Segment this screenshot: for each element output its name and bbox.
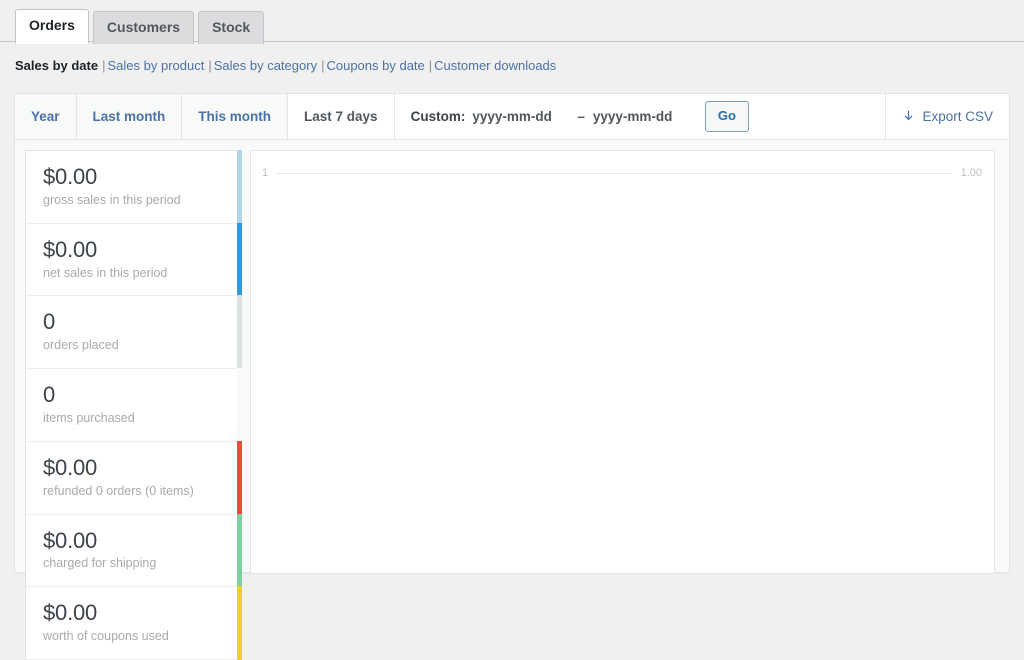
- legend-value: $0.00: [43, 600, 98, 626]
- legend-item-shipping[interactable]: $0.00 charged for shipping: [26, 513, 242, 588]
- subnav-item-coupons-by-date: | Coupons by date: [317, 58, 425, 73]
- subnav-item-customer-downloads: | Customer downloads: [425, 58, 557, 73]
- go-button[interactable]: Go: [704, 100, 749, 133]
- period-selector: Year Last month This month Last 7 days: [15, 94, 395, 139]
- subnav-separator: |: [208, 58, 212, 73]
- legend-value: $0.00: [43, 164, 98, 189]
- export-csv-button[interactable]: Export CSV: [902, 109, 993, 124]
- legend-value: $0.00: [43, 236, 98, 262]
- subnav-item-sales-by-product: | Sales by product: [98, 58, 204, 73]
- subnav-link-sales-by-category[interactable]: Sales by category: [214, 58, 317, 73]
- chart-legend-list: $0.00 gross sales in this period $0.00 n…: [25, 150, 242, 660]
- tab-customers[interactable]: Customers: [92, 11, 195, 44]
- report-type-tabs: Orders Customers Stock: [0, 0, 1024, 44]
- legend-color-bar: [237, 586, 242, 660]
- legend-color-bar: [237, 368, 242, 442]
- legend-color-bar: [237, 295, 242, 370]
- custom-range-label: Custom:: [410, 109, 466, 124]
- custom-range-form: Custom: – Go: [395, 94, 886, 139]
- subnav-separator: |: [428, 58, 433, 73]
- legend-value: $0.00: [43, 454, 98, 480]
- end-date-input[interactable]: [592, 109, 690, 124]
- subnav-link-coupons-by-date[interactable]: Coupons by date: [326, 58, 424, 73]
- legend-label: worth of coupons used: [43, 629, 169, 644]
- legend-label: orders placed: [43, 338, 119, 353]
- legend-label: items purchased: [43, 411, 135, 426]
- legend-value: 0: [43, 309, 56, 335]
- legend-item-gross-sales[interactable]: $0.00 gross sales in this period: [26, 150, 242, 224]
- legend-color-bar: [237, 513, 242, 588]
- period-last-month[interactable]: Last month: [76, 94, 183, 139]
- tab-stock[interactable]: Stock: [198, 11, 265, 44]
- subnav-item-sales-by-date: Sales by date: [15, 58, 98, 73]
- chart-panel-wrap: 1 1.00: [242, 140, 1009, 574]
- legend-label: refunded 0 orders (0 items): [43, 483, 194, 498]
- reports-container: Year Last month This month Last 7 days C…: [14, 93, 1010, 660]
- legend-item-refunded[interactable]: $0.00 refunded 0 orders (0 items): [26, 440, 242, 515]
- export-area: Export CSV: [885, 94, 1009, 139]
- chart-gridline: [277, 173, 952, 174]
- legend-label: gross sales in this period: [43, 192, 181, 207]
- legend-label: net sales in this period: [43, 265, 168, 280]
- legend-color-bar: [237, 222, 242, 297]
- sales-chart[interactable]: 1 1.00: [250, 150, 995, 574]
- range-dash: –: [577, 109, 585, 124]
- legend-item-coupons[interactable]: $0.00 worth of coupons used: [26, 586, 242, 660]
- period-this-month[interactable]: This month: [182, 94, 289, 139]
- legend-value: $0.00: [43, 527, 98, 553]
- legend-label: charged for shipping: [43, 556, 157, 571]
- subnav-item-sales-by-category: | Sales by category: [204, 58, 317, 73]
- legend-item-orders-placed[interactable]: 0 orders placed: [26, 295, 242, 370]
- period-last-7-days[interactable]: Last 7 days: [288, 94, 395, 139]
- legend-color-bar: [237, 150, 242, 224]
- subnav-link-customer-downloads[interactable]: Customer downloads: [434, 58, 556, 73]
- period-year[interactable]: Year: [15, 94, 77, 139]
- legend-color-bar: [237, 440, 242, 515]
- legend-item-items-purchased[interactable]: 0 items purchased: [26, 368, 242, 442]
- export-csv-label: Export CSV: [922, 109, 993, 124]
- chart-sidebar: $0.00 gross sales in this period $0.00 n…: [15, 140, 242, 660]
- chart-axis-row: 1 1.00: [251, 168, 994, 179]
- start-date-input[interactable]: [472, 109, 570, 124]
- chart-y-tick-right: 1.00: [960, 167, 982, 179]
- tab-orders[interactable]: Orders: [15, 9, 89, 44]
- download-icon: [902, 110, 915, 124]
- subnav-link-sales-by-product[interactable]: Sales by product: [108, 58, 205, 73]
- subnav-current-label: Sales by date: [15, 58, 99, 73]
- subnav-separator: |: [102, 58, 106, 73]
- report-subnav: Sales by date | Sales by product | Sales by …: [15, 53, 1024, 79]
- chart-with-sidebar: Year Last month This month Last 7 days C…: [14, 93, 1010, 660]
- chart-filter-bar: Year Last month This month Last 7 days C…: [15, 94, 1009, 140]
- chart-body: $0.00 gross sales in this period $0.00 n…: [15, 140, 1009, 660]
- legend-value: 0: [43, 382, 56, 408]
- chart-y-tick-left: 1: [262, 167, 269, 179]
- legend-item-net-sales[interactable]: $0.00 net sales in this period: [26, 222, 242, 297]
